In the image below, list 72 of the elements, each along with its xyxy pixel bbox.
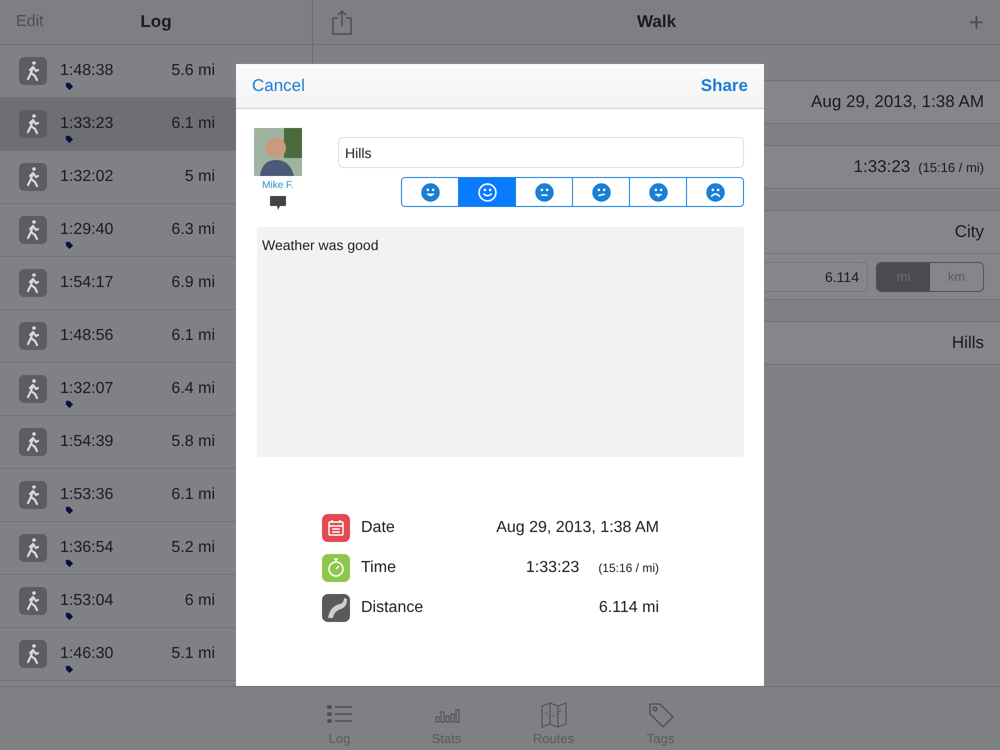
walker-icon (19, 216, 47, 244)
duration-text: 1:46:30 (60, 645, 114, 662)
distance-text: 6 mi (184, 592, 215, 610)
duration-text: 1:32:07 (60, 380, 114, 397)
duration-text: 1:29:40 (60, 221, 114, 238)
distance-text: 6.1 mi (170, 327, 215, 345)
detail-value: Aug 29, 2013, 1:38 AM (811, 92, 984, 112)
face-icon (420, 182, 440, 202)
pane-title: Log (140, 12, 172, 32)
distance-text: 6.4 mi (170, 380, 215, 398)
info-label: Time (361, 559, 397, 577)
distance-text: 5.2 mi (170, 539, 215, 557)
info-label: Distance (361, 599, 424, 617)
pane-title: Walk (636, 12, 676, 32)
distance-text: 6.9 mi (170, 274, 215, 292)
duration-text: 1:48:38 (60, 62, 114, 79)
distance-text: 5.6 mi (170, 62, 215, 80)
pace-text: (15:16 / mi) (598, 561, 659, 575)
distance-text: 5.1 mi (170, 645, 215, 663)
distance-text: 5.8 mi (170, 433, 215, 451)
mood-segment[interactable] (686, 178, 743, 206)
calendar-icon (322, 514, 350, 542)
distance-text: 6.1 mi (170, 115, 215, 133)
info-value: 6.114 mi (598, 599, 659, 617)
duration-text: 1:54:17 (60, 274, 114, 291)
duration-text: 1:53:04 (60, 592, 114, 609)
walker-icon (19, 587, 47, 615)
walker-icon (19, 322, 47, 350)
walker-icon (19, 110, 47, 138)
detail-value: 1:33:23 (854, 157, 910, 177)
face-icon (706, 182, 724, 202)
detail-value: Hills (952, 333, 984, 353)
info-label: Date (361, 519, 396, 537)
walker-icon (19, 163, 47, 191)
walker-icon (19, 57, 47, 85)
comment-icon[interactable] (269, 195, 287, 211)
pace-text: (15:16 / mi) (918, 160, 984, 174)
cancel-button[interactable]: Cancel (252, 76, 305, 96)
user-name: Mike F. (262, 180, 294, 191)
distance-text: 6.1 mi (170, 486, 215, 504)
notes-field[interactable]: Weather was good (257, 227, 744, 457)
face-icon (592, 182, 610, 202)
avatar (254, 128, 302, 176)
duration-text: 1:53:36 (60, 486, 114, 503)
stopwatch-icon (322, 554, 350, 582)
distance-text: 6.3 mi (170, 221, 215, 239)
face-icon (534, 182, 554, 202)
mood-selector[interactable] (401, 177, 744, 207)
walker-icon (19, 640, 47, 668)
share-button[interactable]: Share (700, 76, 748, 96)
face-icon (648, 182, 668, 202)
duration-text: 1:32:02 (60, 168, 114, 185)
duration-text: 1:54:39 (60, 433, 114, 450)
road-icon (322, 594, 350, 622)
face-icon (478, 182, 496, 202)
share-icon[interactable] (331, 9, 353, 35)
walker-icon (19, 534, 47, 562)
detail-value: City (954, 222, 984, 242)
duration-text: 1:33:23 (60, 115, 114, 132)
duration-text: 1:36:54 (60, 539, 114, 556)
info-value: Aug 29, 2013, 1:38 AM (496, 519, 659, 537)
info-value: 1:33:23 (526, 559, 580, 577)
tag-icon (646, 701, 674, 729)
map-icon (540, 701, 568, 729)
walker-icon (19, 428, 47, 456)
walker-icon (19, 375, 47, 403)
walker-icon (19, 269, 47, 297)
duration-text: 1:48:56 (60, 327, 114, 344)
name-field[interactable]: Hills (338, 137, 744, 168)
distance-text: 5 mi (184, 168, 215, 186)
walker-icon (19, 481, 47, 509)
mood-segment[interactable] (458, 178, 515, 206)
